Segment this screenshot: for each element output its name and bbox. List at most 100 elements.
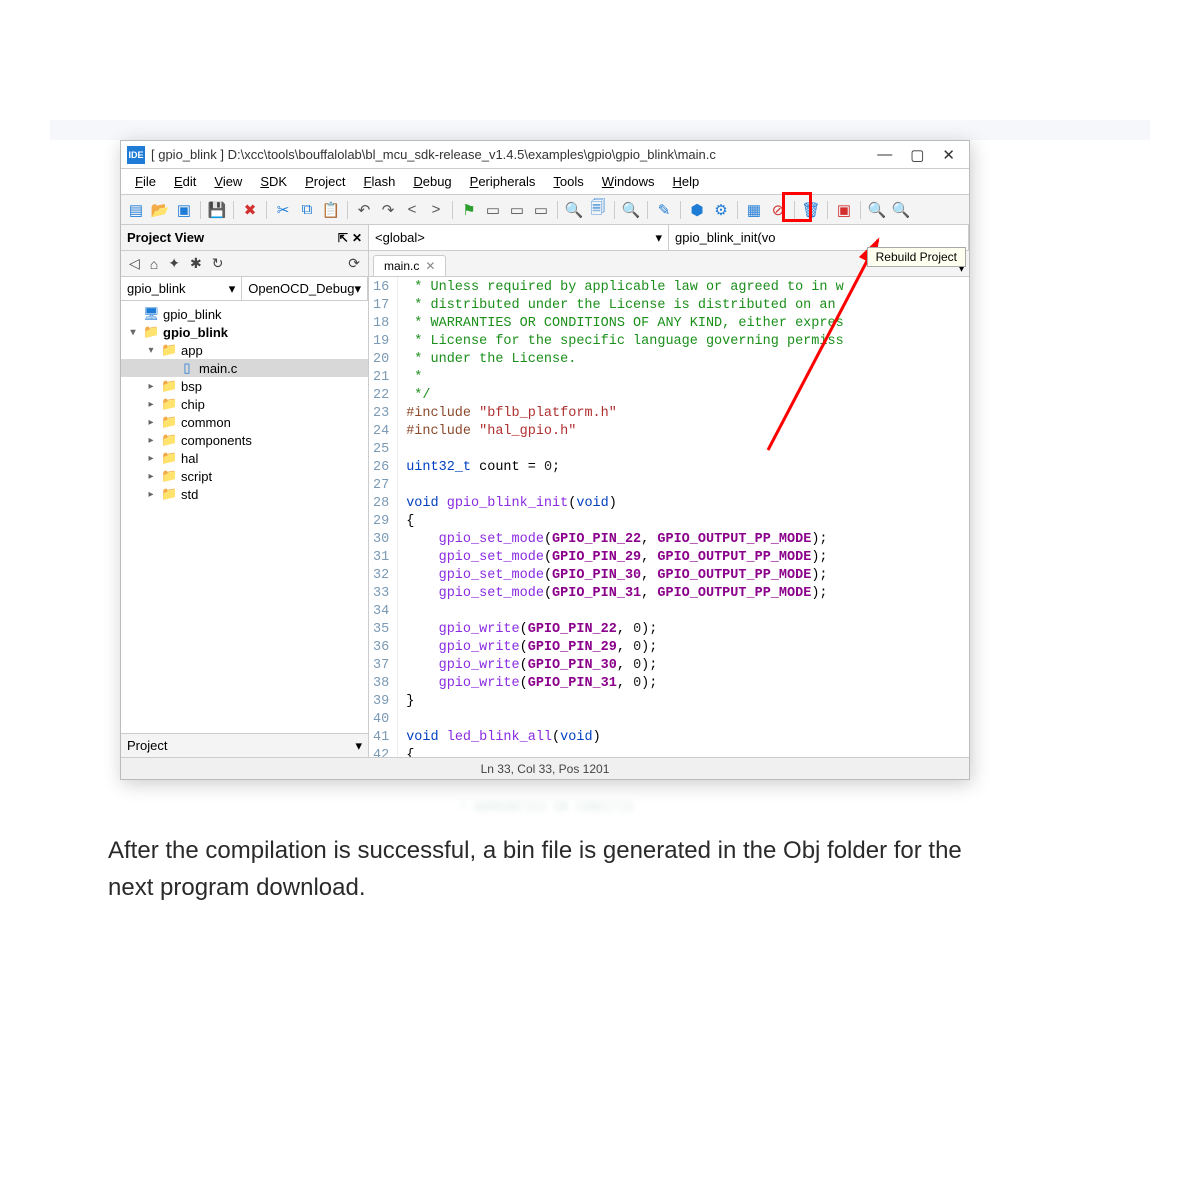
config-value: OpenOCD_Debug: [248, 281, 354, 296]
line-gutter: 1617181920212223242526272829303132333435…: [369, 277, 398, 757]
zoom-in-icon[interactable]: 🔍: [866, 199, 888, 221]
project-tree[interactable]: 🖥gpio_blink▾📁gpio_blink▾📁app▯ main.c▸📁bsp…: [121, 301, 368, 733]
sidebar-nav-icon-0[interactable]: ◁: [129, 255, 140, 272]
save-icon[interactable]: ▣: [173, 199, 195, 221]
refresh-icon[interactable]: ⟳: [348, 255, 360, 272]
menu-view[interactable]: View: [206, 172, 250, 191]
menu-edit[interactable]: Edit: [166, 172, 204, 191]
menu-project[interactable]: Project: [297, 172, 353, 191]
menu-peripherals[interactable]: Peripherals: [462, 172, 544, 191]
function-value: gpio_blink_init(vo: [675, 230, 775, 245]
tree-item-components[interactable]: ▸📁components: [121, 431, 368, 449]
tree-item-std[interactable]: ▸📁std: [121, 485, 368, 503]
stop-build-icon[interactable]: ⊘: [767, 199, 789, 221]
copy-icon[interactable]: ⧉: [296, 199, 318, 221]
bookmark-flag-icon[interactable]: ⚑: [458, 199, 480, 221]
tree-item-main-c[interactable]: ▯ main.c: [121, 359, 368, 377]
undo-icon[interactable]: ↶: [353, 199, 375, 221]
new-file-icon[interactable]: ▤: [125, 199, 147, 221]
tree-label: components: [181, 433, 252, 448]
find-files-icon[interactable]: 🗐: [587, 199, 609, 221]
scope-dropdown[interactable]: <global> ▾: [369, 225, 669, 250]
open-folder-icon[interactable]: 📂: [149, 199, 171, 221]
sidebar-footer: Project ▾: [121, 733, 368, 757]
project-icon: 🖥: [143, 306, 159, 322]
zoom-icon[interactable]: 🔍: [620, 199, 642, 221]
flash-icon[interactable]: ▣: [833, 199, 855, 221]
app-icon: IDE: [127, 146, 145, 164]
rebuild-project-button[interactable]: ▦: [743, 199, 765, 221]
close-button[interactable]: ✕: [942, 146, 955, 164]
tree-item-app[interactable]: ▾📁app: [121, 341, 368, 359]
cut-icon[interactable]: ✂: [272, 199, 294, 221]
sub-toolbar: Project View ⇱ ✕ <global> ▾ gpio_blink_i…: [121, 225, 969, 251]
menu-windows[interactable]: Windows: [594, 172, 663, 191]
config-dropdown[interactable]: OpenOCD_Debug ▾: [242, 277, 368, 300]
folder-icon: 📁: [161, 468, 177, 484]
sidebar-nav-icon-3[interactable]: ✱: [190, 255, 202, 272]
statusbar: Ln 33, Col 33, Pos 1201: [121, 757, 969, 779]
tree-item-hal[interactable]: ▸📁hal: [121, 449, 368, 467]
caption-text: After the compilation is successful, a b…: [108, 832, 988, 906]
panel-close-icon[interactable]: ✕: [352, 231, 362, 245]
project-view-header: Project View ⇱ ✕: [121, 225, 369, 250]
menu-sdk[interactable]: SDK: [252, 172, 295, 191]
code-content[interactable]: * Unless required by applicable law or a…: [398, 277, 851, 757]
menu-tools[interactable]: Tools: [545, 172, 591, 191]
tree-item-chip[interactable]: ▸📁chip: [121, 395, 368, 413]
pin-icon[interactable]: ⇱: [338, 231, 348, 245]
window-title: [ gpio_blink ] D:\xcc\tools\bouffalolab\…: [151, 147, 863, 162]
toolbar: ▤ 📂 ▣ 💾 ✖ ✂ ⧉ 📋 ↶ ↷ < > ⚑ ▭ ▭ ▭ 🔍 🗐 🔍 ✎ …: [121, 195, 969, 225]
c-file-icon: ▯: [179, 360, 195, 376]
chevron-down-icon: ▾: [655, 230, 662, 246]
search-icon[interactable]: 🔍: [563, 199, 585, 221]
build-icon[interactable]: ⚙: [710, 199, 732, 221]
menu-flash[interactable]: Flash: [356, 172, 404, 191]
rebuild-tooltip: Rebuild Project: [867, 247, 966, 267]
delete-icon[interactable]: ✖: [239, 199, 261, 221]
scope-value: <global>: [375, 230, 425, 245]
chevron-down-icon: ▾: [354, 281, 361, 297]
save-all-icon[interactable]: 💾: [206, 199, 228, 221]
tree-item-gpio_blink[interactable]: ▾📁gpio_blink: [121, 323, 368, 341]
download-icon[interactable]: 🗑: [800, 199, 822, 221]
zoom-out-icon[interactable]: 🔍: [890, 199, 912, 221]
folder-icon: 📁: [161, 486, 177, 502]
forward-icon[interactable]: >: [425, 199, 447, 221]
bm2-icon[interactable]: ▭: [506, 199, 528, 221]
highlight-icon[interactable]: ✎: [653, 199, 675, 221]
menu-debug[interactable]: Debug: [405, 172, 459, 191]
maximize-button[interactable]: ▢: [910, 146, 924, 164]
redo-icon[interactable]: ↷: [377, 199, 399, 221]
code-view[interactable]: 1617181920212223242526272829303132333435…: [369, 277, 969, 757]
paste-icon[interactable]: 📋: [320, 199, 342, 221]
menu-file[interactable]: File: [127, 172, 164, 191]
editor-tab-main[interactable]: main.c ✕: [373, 255, 446, 276]
sidebar-nav-icon-1[interactable]: ⌂: [150, 256, 158, 272]
tree-label: main.c: [199, 361, 237, 376]
menubar: FileEditViewSDKProjectFlashDebugPeripher…: [121, 169, 969, 195]
back-icon[interactable]: <: [401, 199, 423, 221]
project-dropdown[interactable]: gpio_blink ▾: [121, 277, 242, 300]
tree-item-bsp[interactable]: ▸📁bsp: [121, 377, 368, 395]
bm1-icon[interactable]: ▭: [482, 199, 504, 221]
titlebar: IDE [ gpio_blink ] D:\xcc\tools\bouffalo…: [121, 141, 969, 169]
tab-close-icon[interactable]: ✕: [425, 259, 435, 273]
sidebar-nav-icon-2[interactable]: ✦: [168, 255, 180, 272]
function-dropdown[interactable]: gpio_blink_init(vo Rebuild Project: [669, 225, 969, 250]
tree-item-common[interactable]: ▸📁common: [121, 413, 368, 431]
folder-icon: 📁: [161, 342, 177, 358]
bm3-icon[interactable]: ▭: [530, 199, 552, 221]
tree-label: common: [181, 415, 231, 430]
tree-label: std: [181, 487, 198, 502]
menu-help[interactable]: Help: [665, 172, 708, 191]
sidebar-nav-icons: ◁ ⌂ ✦ ✱ ↻ ⟳: [121, 251, 368, 277]
sidebar-nav-icon-4[interactable]: ↻: [212, 255, 224, 272]
tree-label: bsp: [181, 379, 202, 394]
package-icon[interactable]: ⬢: [686, 199, 708, 221]
chevron-down-icon[interactable]: ▾: [355, 738, 362, 754]
tree-item-gpio_blink[interactable]: 🖥gpio_blink: [121, 305, 368, 323]
minimize-button[interactable]: —: [877, 146, 892, 164]
sidebar-footer-label: Project: [127, 738, 167, 753]
tree-item-script[interactable]: ▸📁script: [121, 467, 368, 485]
